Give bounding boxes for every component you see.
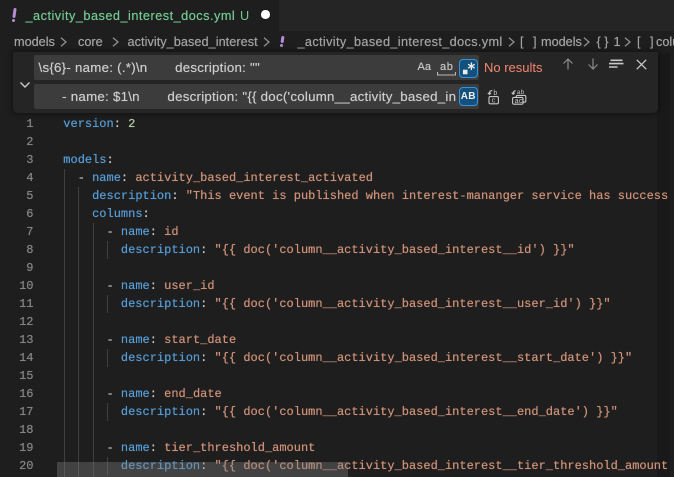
- svg-text:c: c: [491, 97, 495, 105]
- svg-text:ac: ac: [514, 97, 522, 104]
